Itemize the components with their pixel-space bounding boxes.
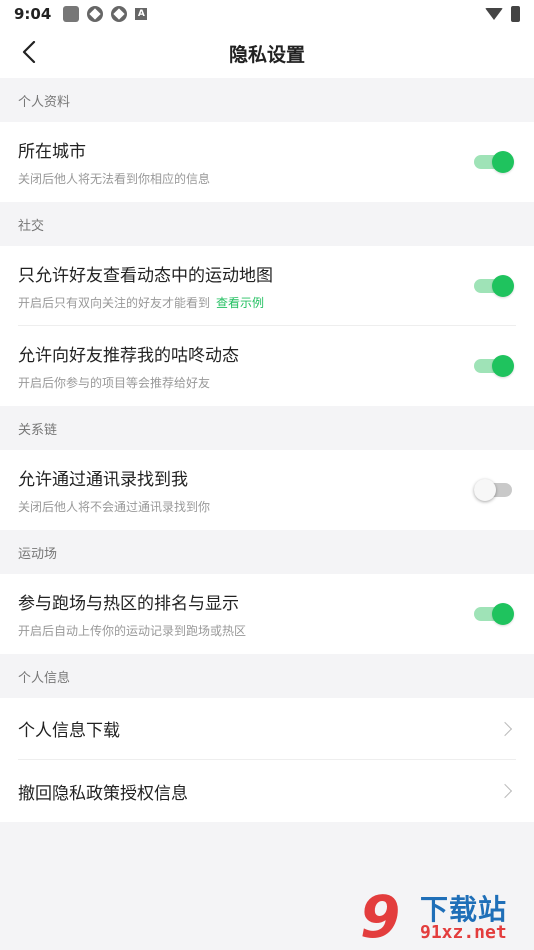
setting-subtitle: 开启后自动上传你的运动记录到跑场或热区 (18, 624, 247, 638)
sync-icon (87, 6, 104, 22)
chevron-right-icon (497, 721, 513, 736)
city-toggle[interactable] (474, 151, 514, 173)
social-group: 只允许好友查看动态中的运动地图 开启后只有双向关注的好友才能看到 查看示例 允许向… (0, 246, 534, 406)
friends-map-toggle[interactable] (474, 274, 514, 297)
ranking-toggle[interactable] (474, 603, 514, 625)
back-button[interactable] (14, 37, 44, 67)
watermark-digit: 9 (360, 883, 401, 950)
back-arrow-icon (22, 41, 36, 63)
toggle-knob (492, 274, 514, 297)
page-title: 隐私设置 (228, 43, 305, 66)
battery-icon (511, 6, 520, 22)
chevron-right-icon (497, 783, 513, 799)
status-time: 9:04 (14, 5, 52, 23)
arena-group: 参与跑场与热区的排名与显示 开启后自动上传你的运动记录到跑场或热区 (0, 574, 534, 654)
profile-group: 所在城市 关闭后他人将无法看到你相应的信息 (0, 122, 534, 202)
section-header-relations: 关系链 (0, 406, 534, 450)
revoke-privacy-row[interactable]: 撤回隐私政策授权信息 (0, 760, 534, 822)
setting-title: 只允许好友查看动态中的运动地图 (18, 265, 273, 286)
row-title: 个人信息下载 (18, 721, 120, 741)
toggle-knob (492, 355, 514, 377)
a-notification-icon: A (135, 8, 148, 20)
setting-row-recommend: 允许向好友推荐我的咕咚动态 开启后你参与的项目等会推荐给好友 (0, 326, 534, 406)
watermark-domain: 91xz.net (420, 922, 507, 943)
toggle-knob (474, 479, 496, 501)
section-header-social: 社交 (0, 202, 534, 246)
setting-row-ranking: 参与跑场与热区的排名与显示 开启后自动上传你的运动记录到跑场或热区 (0, 574, 534, 654)
setting-subtitle: 开启后只有双向关注的好友才能看到 (18, 295, 211, 310)
view-example-link[interactable]: 查看示例 (216, 296, 264, 310)
personal-info-group: 个人信息下载 撤回隐私政策授权信息 (0, 698, 534, 822)
toggle-knob (492, 603, 514, 625)
setting-subtitle: 开启后你参与的项目等会推荐给好友 (18, 376, 211, 390)
app-notification-icon (63, 6, 80, 22)
recommend-toggle[interactable] (474, 355, 514, 377)
relations-group: 允许通过通讯录找到我 关闭后他人将不会通过通讯录找到你 (0, 450, 534, 530)
watermark-logo: 9 下载站 91xz.net (360, 886, 530, 948)
wifi-icon (485, 8, 503, 20)
setting-row-city: 所在城市 关闭后他人将无法看到你相应的信息 (0, 122, 534, 202)
setting-subtitle: 关闭后他人将不会通过通讯录找到你 (18, 500, 211, 514)
setting-row-friends-map: 只允许好友查看动态中的运动地图 开启后只有双向关注的好友才能看到 查看示例 (0, 246, 534, 326)
contacts-toggle[interactable] (474, 479, 514, 501)
setting-title: 允许通过通讯录找到我 (18, 470, 188, 490)
nav-bar: 隐私设置 (0, 28, 534, 78)
section-header-profile: 个人资料 (0, 78, 534, 122)
sync-icon-2 (111, 6, 128, 22)
toggle-knob (492, 151, 514, 173)
setting-title: 允许向好友推荐我的咕咚动态 (18, 346, 239, 366)
personal-info-download-row[interactable]: 个人信息下载 (0, 698, 534, 760)
section-header-arena: 运动场 (0, 530, 534, 574)
setting-subtitle-wrap: 开启后只有双向关注的好友才能看到 查看示例 (18, 294, 273, 311)
setting-subtitle: 关闭后他人将无法看到你相应的信息 (18, 172, 211, 186)
setting-title: 所在城市 (18, 142, 86, 162)
status-bar: 9:04 A (0, 0, 534, 28)
section-header-personal-info: 个人信息 (0, 654, 534, 698)
row-title: 撤回隐私政策授权信息 (18, 783, 188, 804)
setting-row-contacts: 允许通过通讯录找到我 关闭后他人将不会通过通讯录找到你 (0, 450, 534, 530)
setting-title: 参与跑场与热区的排名与显示 (18, 594, 239, 614)
